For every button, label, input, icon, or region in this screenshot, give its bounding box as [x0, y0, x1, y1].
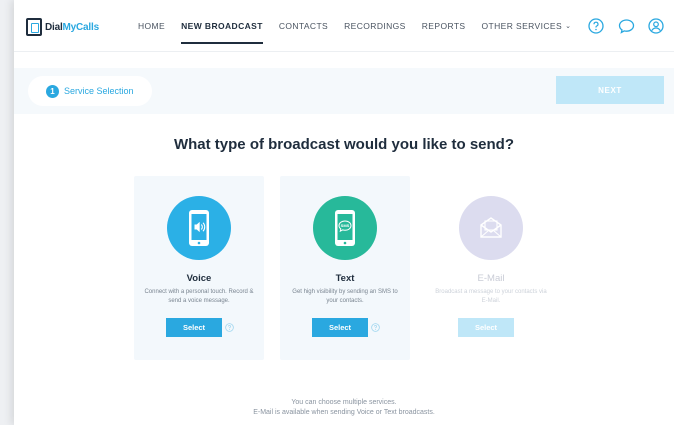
- help-icon[interactable]: [225, 323, 234, 332]
- help-icon[interactable]: [586, 16, 606, 36]
- chat-icon[interactable]: [616, 16, 636, 36]
- envelope-icon: [459, 196, 523, 260]
- app-window: DialMyCalls HOME NEW BROADCAST CONTACTS …: [14, 0, 674, 425]
- main-menu: HOME NEW BROADCAST CONTACTS RECORDINGS R…: [130, 0, 579, 52]
- footnote-line-2: E-Mail is available when sending Voice o…: [253, 409, 435, 416]
- logo-accent: MyCalls: [62, 21, 100, 33]
- voice-select-button[interactable]: Select: [166, 318, 222, 337]
- voice-card[interactable]: Voice Connect with a personal touch. Rec…: [134, 176, 264, 360]
- step-number: 1: [46, 84, 59, 98]
- text-select-button[interactable]: Select: [312, 318, 368, 337]
- help-icon[interactable]: [371, 323, 380, 332]
- logo[interactable]: DialMyCalls: [26, 17, 99, 37]
- text-title: Text: [335, 273, 355, 284]
- nav-other-services-label: OTHER SERVICES: [481, 21, 563, 31]
- svg-text:SMS: SMS: [341, 223, 350, 228]
- voice-description: Connect with a personal touch. Record & …: [144, 289, 254, 304]
- chevron-down-icon: ⌄: [565, 23, 572, 30]
- top-nav: DialMyCalls HOME NEW BROADCAST CONTACTS …: [14, 0, 674, 52]
- phone-speaker-icon: [167, 196, 231, 260]
- email-description: Broadcast a message to your contacts via…: [435, 289, 547, 304]
- logo-icon: [26, 18, 42, 36]
- nav-icons: [586, 16, 666, 36]
- footnote-line-1: You can choose multiple services.: [291, 399, 397, 406]
- email-title: E-Mail: [477, 273, 505, 284]
- email-select-row: Select: [458, 318, 514, 337]
- email-select-button: Select: [458, 318, 514, 337]
- next-button[interactable]: NEXT: [556, 76, 664, 104]
- nav-new-broadcast[interactable]: NEW BROADCAST: [173, 0, 271, 52]
- user-icon[interactable]: [646, 16, 666, 36]
- nav-contacts[interactable]: CONTACTS: [271, 0, 336, 52]
- nav-other-services[interactable]: OTHER SERVICES ⌄: [474, 0, 580, 52]
- text-card[interactable]: SMS Text Get high visibility by sending …: [280, 176, 410, 360]
- nav-reports[interactable]: REPORTS: [414, 0, 474, 52]
- phone-sms-icon: SMS: [313, 196, 377, 260]
- voice-title: Voice: [186, 273, 212, 284]
- step-service-selection[interactable]: 1 Service Selection: [28, 76, 152, 106]
- step-label: Service Selection: [64, 86, 134, 96]
- footnote: You can choose multiple services. E-Mail…: [14, 398, 674, 418]
- text-select-row: Select: [312, 318, 380, 337]
- nav-home[interactable]: HOME: [130, 0, 173, 52]
- page-title: What type of broadcast would you like to…: [173, 136, 515, 153]
- voice-select-row: Select: [166, 318, 234, 337]
- text-description: Get high visibility by sending an SMS to…: [292, 289, 398, 304]
- logo-prefix: Dial: [45, 21, 63, 33]
- nav-recordings[interactable]: RECORDINGS: [336, 0, 414, 52]
- step-bar: 1 Service Selection NEXT: [14, 68, 674, 114]
- email-card: E-Mail Broadcast a message to your conta…: [426, 176, 556, 360]
